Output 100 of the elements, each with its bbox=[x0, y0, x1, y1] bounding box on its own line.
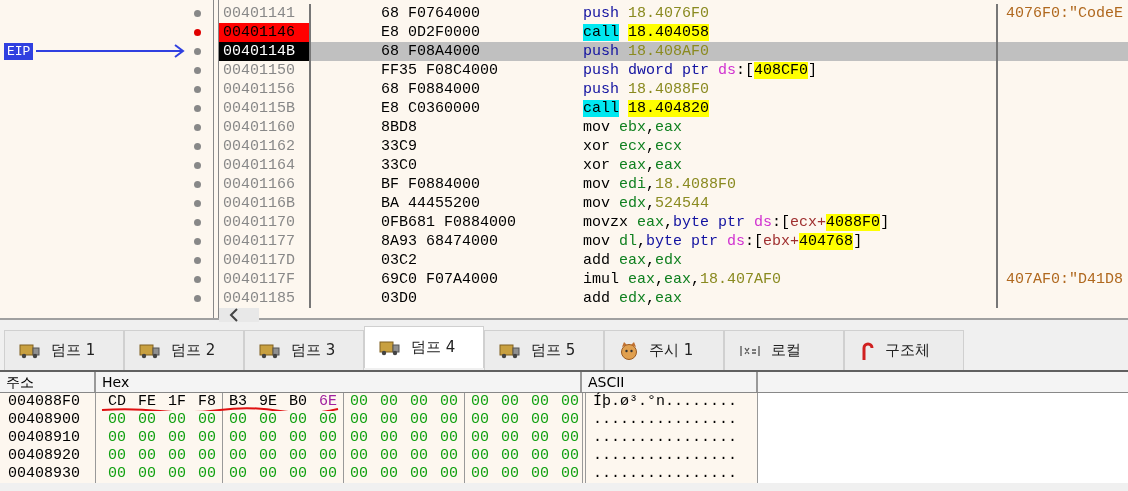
hex-byte: 00 bbox=[197, 429, 217, 447]
hex-byte: 00 bbox=[500, 465, 520, 483]
hex-byte: 00 bbox=[228, 447, 248, 465]
hex-byte: 00 bbox=[379, 465, 399, 483]
bytes-cell-text: 0FB681 F0884000 bbox=[380, 213, 518, 232]
hex-byte: 00 bbox=[137, 429, 157, 447]
breakpoint-dot[interactable] bbox=[194, 257, 201, 264]
tab[interactable]: 덤프 2 bbox=[124, 330, 244, 370]
hex-byte: 00 bbox=[470, 465, 490, 483]
instruction-text: mov ebx,eax bbox=[581, 118, 998, 137]
bytes-cell-text: 68 F08A4000 bbox=[380, 42, 482, 61]
hex-byte: 00 bbox=[258, 429, 278, 447]
hex-byte: 00 bbox=[470, 429, 490, 447]
hex-byte: 9E bbox=[258, 393, 278, 411]
hex-byte: 00 bbox=[530, 465, 550, 483]
address-cell: 00408910 bbox=[0, 429, 96, 447]
address-cell: 00408900 bbox=[0, 411, 96, 429]
hex-byte: 00 bbox=[349, 429, 369, 447]
truck-icon bbox=[139, 342, 161, 359]
variable-icon bbox=[739, 343, 761, 358]
breakpoint-dot[interactable] bbox=[194, 219, 201, 226]
instruction-text: add edx,eax bbox=[581, 289, 998, 308]
hex-byte: 00 bbox=[258, 447, 278, 465]
breakpoint-dot[interactable] bbox=[194, 295, 201, 302]
hex-byte: 00 bbox=[197, 447, 217, 465]
hex-byte: 00 bbox=[409, 411, 429, 429]
bytes-cell-text: 8BD8 bbox=[380, 118, 418, 137]
breakpoint-dot[interactable] bbox=[194, 200, 201, 207]
breakpoint-dot[interactable] bbox=[194, 105, 201, 112]
hex-byte: 00 bbox=[560, 447, 580, 465]
hex-byte: 00 bbox=[228, 465, 248, 483]
breakpoint-dot[interactable] bbox=[194, 143, 201, 150]
hex-byte: 00 bbox=[107, 447, 127, 465]
breakpoint-dot[interactable] bbox=[194, 10, 201, 17]
bytes-cell-text: 33C9 bbox=[380, 137, 418, 156]
horizontal-scrollbar[interactable] bbox=[219, 308, 259, 322]
hex-byte: 00 bbox=[288, 447, 308, 465]
ascii-text: ................ bbox=[582, 465, 758, 483]
hex-byte: 00 bbox=[167, 429, 187, 447]
ascii-text: ................ bbox=[582, 411, 758, 429]
bytes-cell-text: FF35 F08C4000 bbox=[380, 61, 500, 80]
hex-byte: 00 bbox=[288, 465, 308, 483]
comment-text: 4076F0:"CodeE bbox=[1006, 5, 1124, 22]
breakpoint-dot[interactable] bbox=[194, 276, 201, 283]
tab[interactable]: 로컬 bbox=[724, 330, 844, 370]
scroll-left-icon[interactable] bbox=[229, 308, 239, 322]
hex-byte: 00 bbox=[409, 429, 429, 447]
hex-byte: 00 bbox=[439, 393, 459, 411]
breakpoint-dot[interactable] bbox=[194, 29, 201, 36]
hex-byte: 00 bbox=[288, 411, 308, 429]
hex-byte: 00 bbox=[379, 447, 399, 465]
tab[interactable]: 덤프 4 bbox=[364, 326, 484, 368]
bytes-cell-text: 68 F0764000 bbox=[380, 4, 482, 23]
breakpoint-dot[interactable] bbox=[194, 48, 201, 55]
hex-byte: 00 bbox=[409, 465, 429, 483]
hex-byte: 00 bbox=[137, 411, 157, 429]
bytes-cell-text: E8 0D2F0000 bbox=[380, 23, 482, 42]
hex-byte: 00 bbox=[167, 465, 187, 483]
address-cell: 00408920 bbox=[0, 447, 96, 465]
breakpoint-dot[interactable] bbox=[194, 238, 201, 245]
hex-byte: 1F bbox=[167, 393, 187, 411]
hex-byte: 00 bbox=[560, 411, 580, 429]
hex-byte: 00 bbox=[379, 411, 399, 429]
hex-byte: 00 bbox=[470, 393, 490, 411]
breakpoint-dot[interactable] bbox=[194, 86, 201, 93]
address-cell: 004088F0 bbox=[0, 393, 96, 411]
face-icon bbox=[619, 341, 639, 360]
hex-byte: 00 bbox=[318, 447, 338, 465]
hex-byte: B0 bbox=[288, 393, 308, 411]
instruction-text: add eax,edx bbox=[581, 251, 998, 270]
hex-byte: 00 bbox=[439, 447, 459, 465]
tab[interactable]: 주시 1 bbox=[604, 330, 724, 370]
tab[interactable]: 덤프 5 bbox=[484, 330, 604, 370]
hex-byte: 00 bbox=[228, 429, 248, 447]
hex-byte: 00 bbox=[500, 429, 520, 447]
instruction-text: xor ecx,ecx bbox=[581, 137, 998, 156]
hex-byte: 00 bbox=[228, 411, 248, 429]
tab[interactable]: 덤프 1 bbox=[4, 330, 124, 370]
hex-byte: 00 bbox=[137, 447, 157, 465]
breakpoint-dot[interactable] bbox=[194, 67, 201, 74]
breakpoint-dot[interactable] bbox=[194, 162, 201, 169]
hex-byte: 00 bbox=[197, 465, 217, 483]
hex-byte: B3 bbox=[228, 393, 248, 411]
arrow-icon bbox=[36, 44, 186, 58]
hex-byte: CD bbox=[107, 393, 127, 411]
hex-byte: 00 bbox=[258, 465, 278, 483]
instruction-text: imul eax,eax,18.407AF0 bbox=[581, 270, 998, 289]
hex-byte: 00 bbox=[318, 411, 338, 429]
address-cell: 0040114B bbox=[219, 42, 311, 61]
hex-byte: 00 bbox=[530, 429, 550, 447]
truck-icon bbox=[19, 342, 41, 359]
tab[interactable]: 덤프 3 bbox=[244, 330, 364, 370]
hex-byte: 00 bbox=[439, 411, 459, 429]
hex-byte: 00 bbox=[137, 465, 157, 483]
ascii-text: ................ bbox=[582, 447, 758, 465]
hex-byte: 00 bbox=[530, 447, 550, 465]
bytes-cell-text: BA 44455200 bbox=[380, 194, 482, 213]
tab[interactable]: 구조체 bbox=[844, 330, 964, 370]
breakpoint-dot[interactable] bbox=[194, 181, 201, 188]
breakpoint-dot[interactable] bbox=[194, 124, 201, 131]
